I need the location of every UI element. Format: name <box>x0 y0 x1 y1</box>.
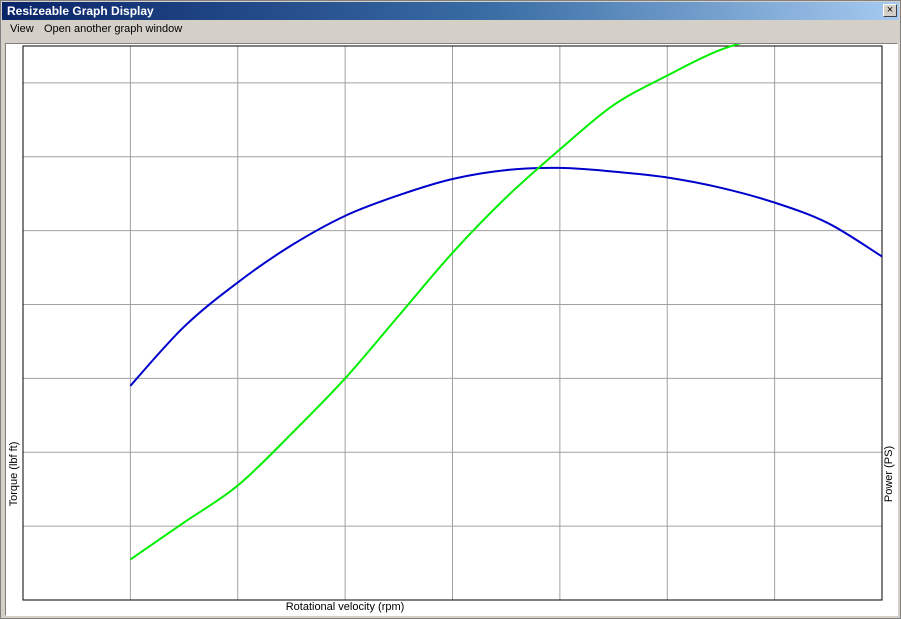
menu-open-another-graph-window[interactable]: Open another graph window <box>44 23 182 35</box>
torque-curve <box>129 166 883 387</box>
title-bar[interactable]: Resizeable Graph Display × <box>2 2 899 20</box>
window-title: Resizeable Graph Display <box>7 4 154 18</box>
menu-bar: View Open another graph window <box>2 20 899 40</box>
graph-canvas: Rotational velocity (rpm) Torque (lbf ft… <box>8 44 895 613</box>
close-icon: × <box>886 4 894 16</box>
grid-lines <box>23 46 882 600</box>
x-axis-label: Rotational velocity (rpm) <box>286 601 405 613</box>
close-button[interactable]: × <box>883 4 897 17</box>
series-lines <box>129 44 883 561</box>
y-axis-left-label: Torque (lbf ft) <box>8 442 20 507</box>
graph-window: Resizeable Graph Display × View Open ano… <box>0 0 901 619</box>
menu-view[interactable]: View <box>10 23 34 35</box>
power-curve <box>129 44 742 561</box>
plot-panel: Rotational velocity (rpm) Torque (lbf ft… <box>5 43 898 616</box>
y-axis-right-label: Power (PS) <box>883 446 895 502</box>
